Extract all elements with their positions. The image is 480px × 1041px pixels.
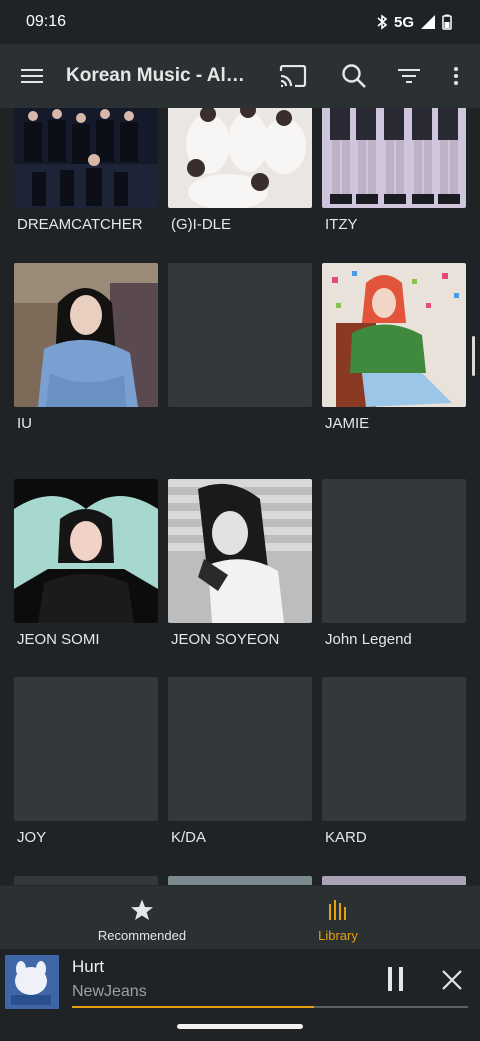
signal-icon [421, 15, 435, 29]
artist-tile-joy[interactable]: JOY [14, 677, 158, 846]
artist-label: ITZY [325, 216, 358, 233]
artist-label: (G)I-DLE [171, 216, 231, 233]
artist-tile-jeon-somi[interactable]: JEON SOMI [14, 479, 158, 648]
artist-thumbnail [14, 479, 158, 623]
nav-library-label: Library [318, 928, 358, 943]
artist-tile-next[interactable] [14, 876, 158, 885]
artist-tile-unnamed[interactable] [168, 263, 312, 415]
scrollbar-thumb[interactable] [472, 336, 475, 376]
artist-tile-iu[interactable]: IU [14, 263, 158, 432]
artist-thumbnail-placeholder [168, 263, 312, 407]
artist-thumbnail [322, 876, 466, 885]
artist-thumbnail-placeholder [322, 479, 466, 623]
artist-thumbnail-placeholder [168, 677, 312, 821]
filter-icon[interactable] [385, 44, 433, 108]
artist-label: JEON SOYEON [171, 631, 280, 648]
artist-thumbnail-placeholder [14, 677, 158, 821]
nav-library[interactable]: Library [218, 886, 458, 950]
status-time: 09:16 [26, 13, 67, 30]
artist-thumbnail [168, 479, 312, 623]
home-indicator[interactable] [177, 1024, 303, 1029]
artist-tile-next[interactable] [322, 876, 466, 885]
artist-tile-gidle[interactable]: (G)I-DLE [168, 108, 312, 233]
artist-label: JOY [17, 829, 47, 846]
app-bar: Korean Music - Albu... [0, 44, 480, 108]
bluetooth-icon [377, 14, 388, 30]
artist-tile-john-legend[interactable]: John Legend [322, 479, 466, 648]
artist-tile-jamie[interactable]: JAMIE [322, 263, 466, 432]
artist-tile-kda[interactable]: K/DA [168, 677, 312, 846]
artist-thumbnail [14, 108, 158, 208]
battery-icon [442, 14, 452, 30]
artist-label: JAMIE [325, 415, 370, 432]
library-icon [218, 896, 458, 924]
network-type: 5G [393, 13, 414, 31]
playback-progress-fill [72, 1006, 314, 1008]
status-icons: 5G [376, 14, 452, 31]
now-playing-artwork [5, 955, 59, 1009]
now-playing-title: Hurt [72, 957, 105, 976]
artist-thumbnail [168, 876, 312, 885]
artist-thumbnail [322, 263, 466, 407]
artist-thumbnail [14, 263, 158, 407]
artist-thumbnail-placeholder [14, 876, 158, 885]
artist-thumbnail [168, 108, 312, 208]
artist-label: KARD [325, 829, 367, 846]
bottom-navigation: Recommended Library [0, 885, 480, 950]
artist-label: IU [17, 415, 32, 432]
more-vert-icon[interactable] [432, 44, 480, 108]
artist-tile-jeon-soyeon[interactable]: JEON SOYEON [168, 479, 312, 648]
status-bar: 09:16 5G [0, 0, 480, 44]
page-title: Korean Music - Albu... [66, 65, 256, 86]
artist-label: K/DA [171, 829, 207, 846]
mini-player[interactable]: Hurt NewJeans [0, 949, 480, 1013]
artist-tile-kard[interactable]: KARD [322, 677, 466, 846]
pause-icon[interactable] [382, 961, 410, 997]
artist-tile-dreamcatcher[interactable]: DREAMCATCHER [14, 108, 158, 233]
cast-icon[interactable] [269, 44, 317, 108]
playback-progress[interactable] [72, 1006, 468, 1008]
menu-icon[interactable] [8, 44, 56, 108]
artist-tile-next[interactable] [168, 876, 312, 885]
artist-tile-itzy[interactable]: ITZY [322, 108, 466, 233]
search-icon[interactable] [330, 44, 378, 108]
album-grid: DREAMCATCHER (G)I-DLE ITZY IU JAMIE JEON… [0, 108, 480, 885]
artist-label: JEON SOMI [17, 631, 100, 648]
artist-label: DREAMCATCHER [17, 216, 143, 233]
artist-thumbnail-placeholder [322, 677, 466, 821]
now-playing-artist: NewJeans [72, 983, 147, 1000]
close-icon[interactable] [438, 963, 466, 997]
artist-thumbnail [322, 108, 466, 208]
artist-label: John Legend [325, 631, 412, 648]
